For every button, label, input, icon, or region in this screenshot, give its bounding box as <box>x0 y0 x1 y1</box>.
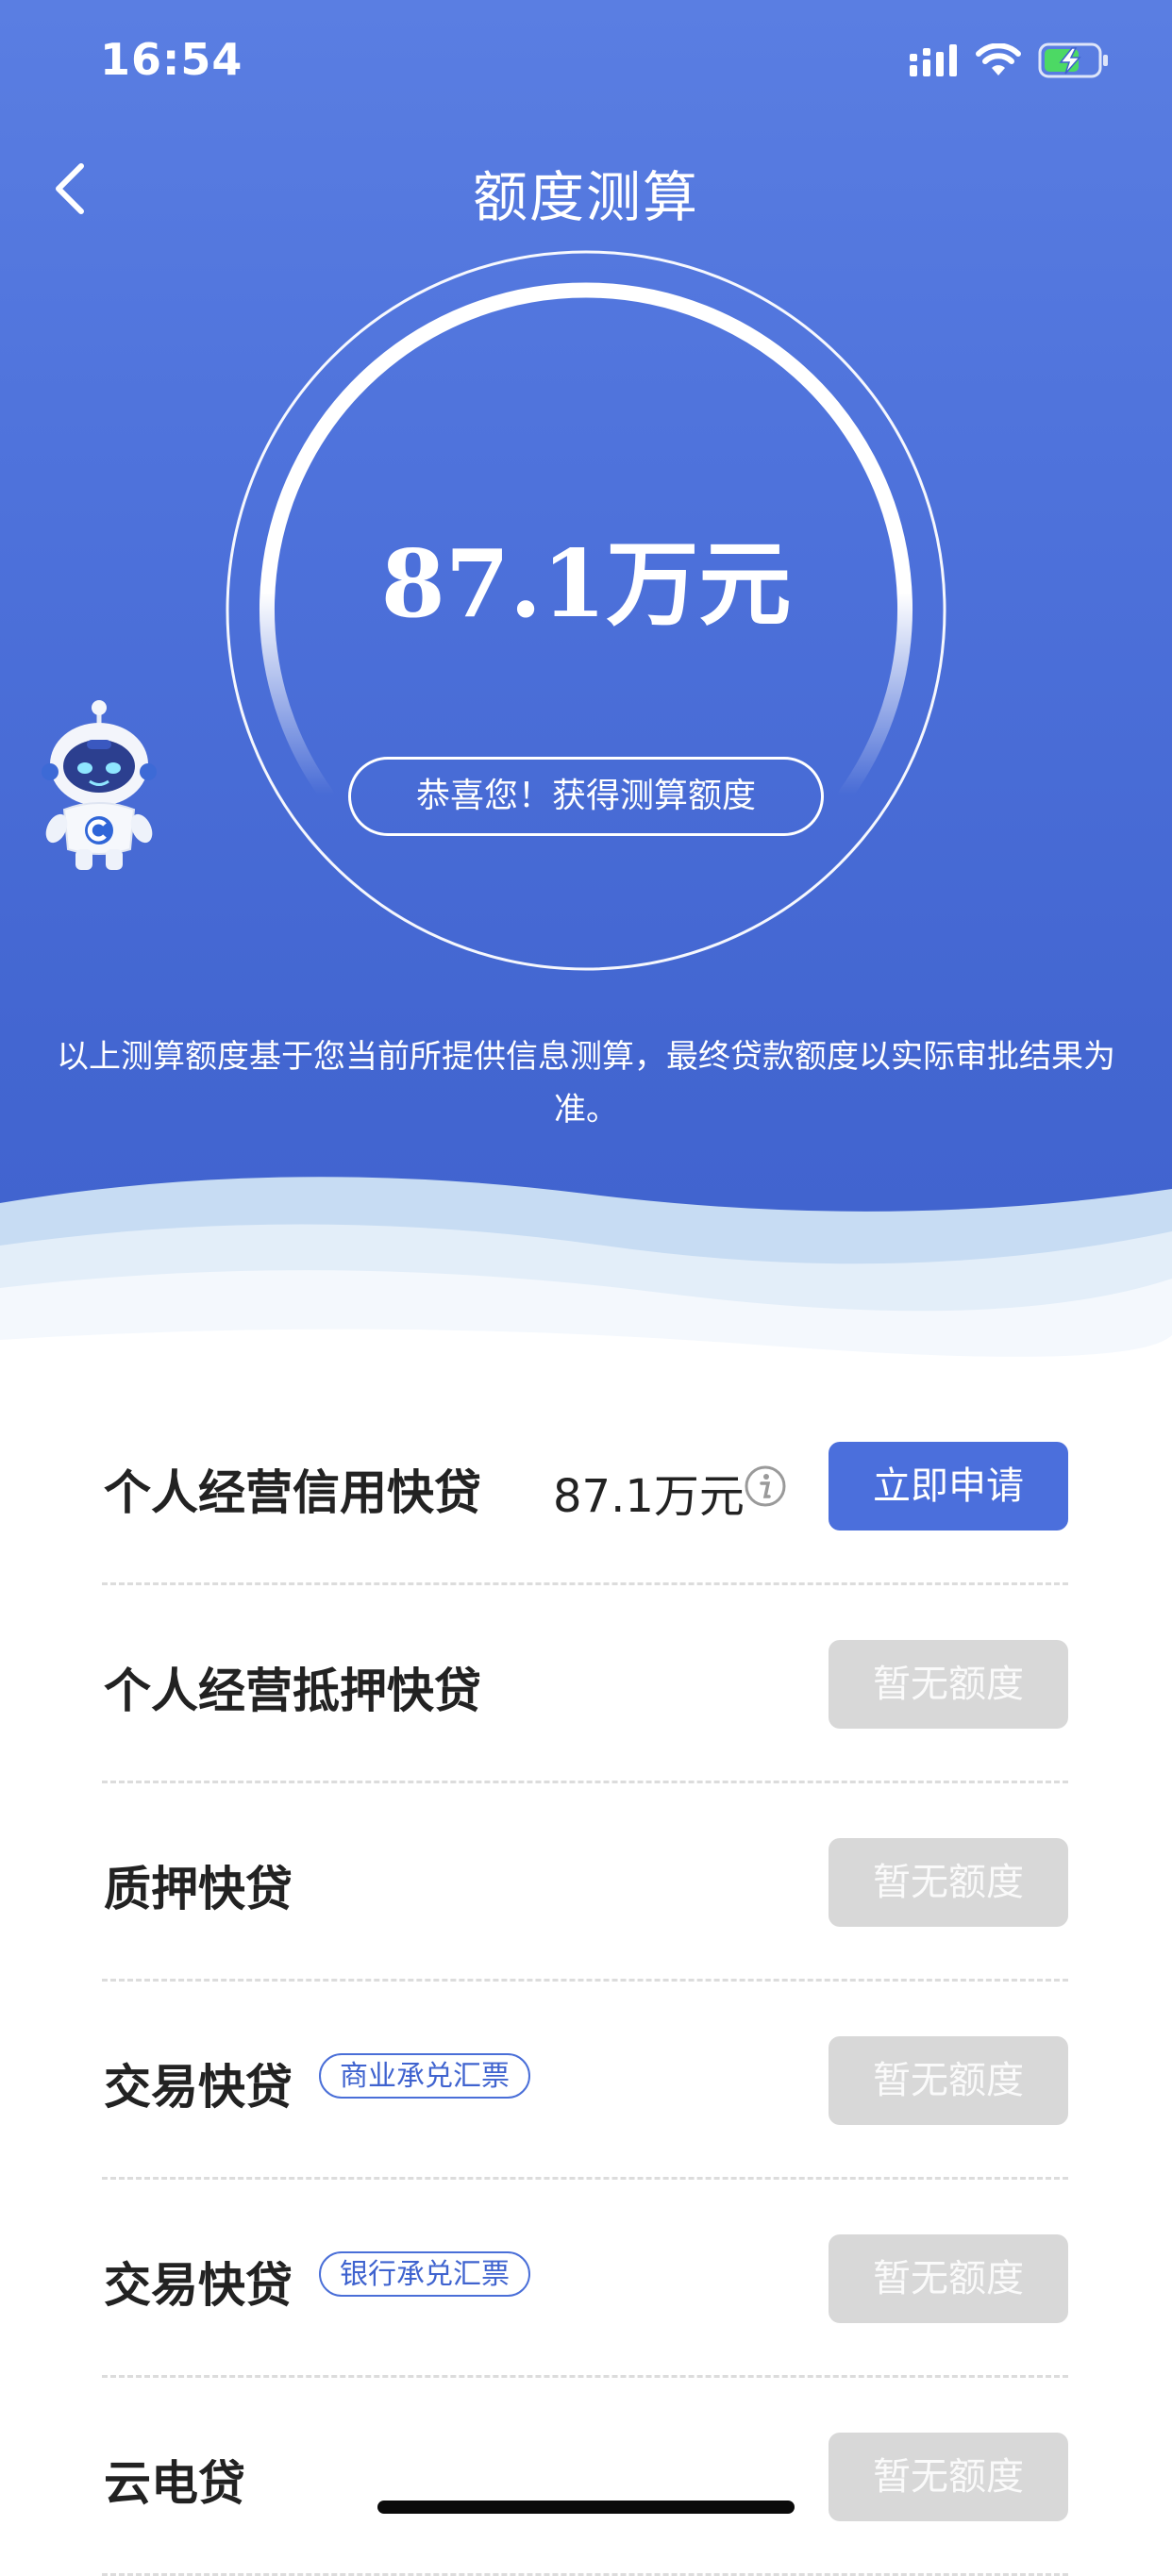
home-indicator[interactable] <box>377 2501 795 2514</box>
page-title: 额度测算 <box>472 165 699 229</box>
loan-amount: 87.1万元 <box>553 1470 745 1523</box>
loan-row-pledge: 质押快贷 暂无额度 <box>102 1783 1068 1982</box>
status-icons <box>910 42 1110 79</box>
loan-tag: 银行承兑汇票 <box>319 2251 530 2297</box>
no-quota-button[interactable]: 暂无额度 <box>829 1640 1068 1729</box>
loan-name: 交易快贷 <box>104 2060 293 2115</box>
no-quota-button[interactable]: 暂无额度 <box>829 2433 1068 2521</box>
wifi-icon <box>976 43 1021 75</box>
congrats-badge: 恭喜您！获得测算额度 <box>348 757 824 836</box>
signal-icon <box>910 44 957 76</box>
no-quota-button[interactable]: 暂无额度 <box>829 1838 1068 1927</box>
apply-now-button[interactable]: 立即申请 <box>829 1442 1068 1531</box>
estimated-amount: 87.1万元 <box>380 530 792 639</box>
loan-row-personal-credit: 个人经营信用快贷 87.1万元 立即申请 <box>102 1387 1068 1585</box>
no-quota-button[interactable]: 暂无额度 <box>829 2234 1068 2323</box>
battery-charging-icon <box>1038 42 1108 78</box>
loan-row-trade-bank: 交易快贷 银行承兑汇票 暂无额度 <box>102 2180 1068 2378</box>
loan-name: 个人经营抵押快贷 <box>104 1664 481 1718</box>
loan-row-cloud-electricity: 云电贷 暂无额度 <box>102 2378 1068 2576</box>
loan-tag: 商业承兑汇票 <box>319 2053 530 2099</box>
disclaimer-text: 以上测算额度基于您当前所提供信息测算，最终贷款额度以实际审批结果为准。 <box>57 1038 1115 1129</box>
loan-name: 交易快贷 <box>104 2258 293 2313</box>
loan-name: 质押快贷 <box>104 1862 293 1916</box>
loan-name: 云电贷 <box>104 2456 245 2511</box>
loan-name: 个人经营信用快贷 <box>104 1465 481 1520</box>
hero-panel: 16:54 额度测算 87.1万元 恭喜您！获得测算额度 以上测算额度基于您当前… <box>0 0 1172 1387</box>
no-quota-button[interactable]: 暂无额度 <box>829 2036 1068 2125</box>
status-time: 16:54 <box>100 34 243 85</box>
loan-row-trade-commercial: 交易快贷 商业承兑汇票 暂无额度 <box>102 1982 1068 2180</box>
info-icon[interactable] <box>744 1464 787 1508</box>
loan-row-personal-mortgage: 个人经营抵押快贷 暂无额度 <box>102 1585 1068 1783</box>
wave-decoration <box>0 1177 1172 1387</box>
robot-mascot-icon[interactable] <box>38 698 160 878</box>
